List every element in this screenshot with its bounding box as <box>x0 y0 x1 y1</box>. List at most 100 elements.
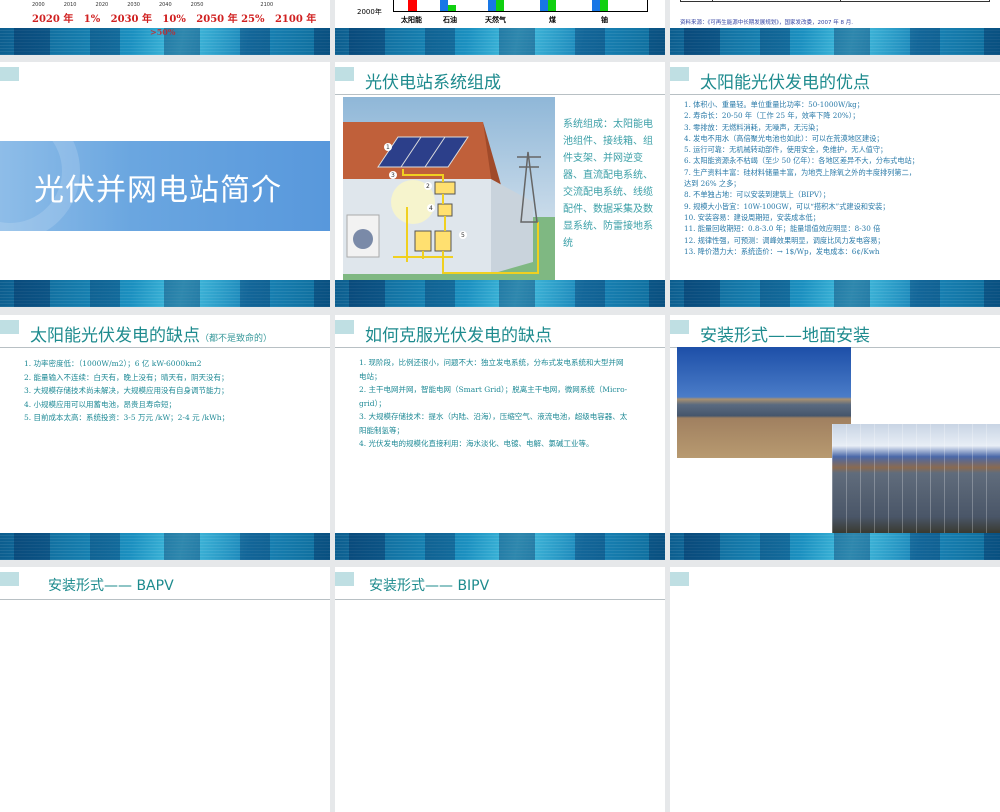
title-marker <box>0 572 19 586</box>
slide-footer-band <box>670 280 1000 307</box>
svg-text:5: 5 <box>461 232 465 239</box>
bar <box>592 0 600 11</box>
bar <box>448 5 456 11</box>
list-item: 5. 运行可靠：无机械转动部件，使用安全，免维护，无人值守； <box>684 145 888 155</box>
slide-title: 如何克服光伏发电的缺点 <box>365 326 552 346</box>
bar <box>600 0 608 11</box>
list-item: 4. 光伏发电的规模化直接利用：海水淡化、电镀、电解、氯碱工业等。 <box>359 439 594 448</box>
title-text: 太阳能光伏发电的缺点 <box>30 326 200 346</box>
title-rule <box>335 94 665 95</box>
milestones-text: 2020 年 1% 2030 年 10% 2050 年 25% 2100 年 <box>32 14 317 25</box>
list-item: 1. 功率密度低：（1000W/m2）；6 亿 kW-6000km2 <box>24 359 202 368</box>
list-item: 3. 大规模存储技术尚未解决，大规模应用没有自身调节能力； <box>24 386 229 395</box>
solutions-list: 1. 现阶段，比例还很小，问题不大：独立发电系统，分布式发电系统和大型并网电站；… <box>359 356 629 451</box>
slide-thumb-top-1[interactable]: 2000 2010 2020 2030 2040 2050 2100 2020 年 1% 2… <box>0 0 330 55</box>
list-item: 3. 零排放：无燃料消耗，无噪声，无污染； <box>684 122 823 132</box>
slide-thumb-top-2[interactable]: 2000年 太阳能 石油 天然气 煤 铀 <box>335 0 665 55</box>
slide-footer-band <box>0 280 330 307</box>
table-fragment <box>680 0 990 2</box>
slide-footer-band <box>670 28 1000 55</box>
slide-title: 安装形式—— BAPV <box>48 578 174 594</box>
slide-footer-band <box>335 533 665 560</box>
slide-title: 光伏电站系统组成 <box>365 73 501 93</box>
list-item: 4. 小规模应用可以用蓄电池，昂贵且寿命短； <box>24 399 177 409</box>
tick: 2050 <box>190 2 204 8</box>
overflow-text: >50% <box>150 27 176 37</box>
list-item: 9. 规模大小皆宜：10W-100GW，可以“搭积木”式建设和安装； <box>684 201 890 211</box>
list-item: 1. 体积小、重量轻。单位重量比功率：50-1000W/kg； <box>684 100 864 109</box>
title-marker <box>335 320 354 334</box>
bar-chart-fragment <box>393 0 648 12</box>
slide-thumb-top-3[interactable]: 资料来源：《可再生能源中长期发展规划》，国家发改委，2007 年 8 月. <box>670 0 1000 55</box>
advantages-list: 1. 体积小、重量轻。单位重量比功率：50-1000W/kg； 2. 寿命长：20… <box>684 99 992 257</box>
title-rule <box>0 347 330 348</box>
slide-thumb-5[interactable]: 如何克服光伏发电的缺点 1. 现阶段，比例还很小，问题不大：独立发电系统，分布式… <box>335 315 665 560</box>
list-item: 10. 安装容易：建设周期短，安装成本低； <box>684 212 820 222</box>
slide-title: 安装形式——地面安装 <box>700 326 870 346</box>
list-item: 2. 主干电网并网，智能电网（Smart Grid）；脱离主干电网，微网系统（M… <box>359 385 628 408</box>
slide-thumb-2[interactable]: 光伏电站系统组成 1 2 3 4 5 系统组成：太阳能电池组件、接线箱、组件支架… <box>335 62 665 307</box>
svg-text:1: 1 <box>386 144 390 151</box>
title-marker <box>0 67 19 81</box>
slide-thumb-4[interactable]: 太阳能光伏发电的缺点（都不是致命的） 1. 功率密度低：（1000W/m2）；6… <box>0 315 330 560</box>
title-marker <box>0 320 19 334</box>
bar <box>540 0 548 11</box>
title-marker <box>670 320 689 334</box>
title-rule <box>670 94 1000 95</box>
tick: 2020 <box>95 2 109 8</box>
tick: 2010 <box>63 2 77 8</box>
year-label: 2000年 <box>357 8 382 16</box>
bar <box>408 0 417 11</box>
slide-title: 太阳能光伏发电的优点 <box>700 73 870 93</box>
bar <box>496 0 504 11</box>
axis-ticks: 2000 2010 2020 2030 2040 2050 2100 <box>32 2 282 8</box>
title-marker <box>335 572 354 586</box>
category-label: 铀 <box>601 15 608 24</box>
bar <box>548 0 556 11</box>
source-note: 资料来源：《可再生能源中长期发展规划》，国家发改委，2007 年 8 月. <box>680 20 853 26</box>
title-rule <box>335 347 665 348</box>
slide-thumb-8[interactable]: 安装形式—— BIPV <box>335 567 665 812</box>
list-item: 1. 现阶段，比例还很小，问题不大：独立发电系统，分布式发电系统和大型并网电站； <box>359 358 624 381</box>
title-marker <box>335 67 354 81</box>
system-description: 系统组成：太阳能电池组件、接线箱、组件支架、并网逆变器、直流配电系统、交流配电系… <box>563 119 653 249</box>
list-item: 4. 发电不用水（高倍聚光电池也如此）：可以在荒漠地区建设； <box>684 133 884 143</box>
pv-system-diagram: 1 2 3 4 5 <box>343 97 555 280</box>
bar <box>440 0 448 11</box>
category-label: 煤 <box>549 15 556 24</box>
title-marker <box>670 572 689 586</box>
tick: 2030 <box>127 2 140 8</box>
tick: 2040 <box>158 2 172 8</box>
svg-text:4: 4 <box>429 205 433 212</box>
list-item: 2. 能量输入不连续：白天有，晚上没有；晴天有，阴天没有； <box>24 372 229 382</box>
bar <box>488 0 496 11</box>
list-item: 12. 规律性强，可预测：调峰效果明显，调度比风力发电容易； <box>684 235 885 245</box>
slide-thumb-9[interactable] <box>670 567 1000 812</box>
title-banner: 光伏并网电站简介 <box>0 141 330 231</box>
slide-thumb-1[interactable]: 光伏并网电站简介 <box>0 62 330 307</box>
tick: 2100 <box>260 2 274 8</box>
list-item: 5. 目前成本太高：系统投资：3-5 万元 /kW；2-4 元 /kWh； <box>24 413 230 422</box>
slide-title: 太阳能光伏发电的缺点（都不是致命的） <box>30 321 272 346</box>
slide-footer-band <box>0 533 330 560</box>
list-item: 3. 大规模存储技术：提水（内陆、沿海），压缩空气、液流电池，超级电容器、太阳能… <box>359 412 628 435</box>
list-item: 2. 寿命长：20-50 年（工作 25 年，效率下降 20%）； <box>684 111 860 121</box>
category-label: 太阳能 <box>401 15 422 24</box>
slide-footer-band <box>335 280 665 307</box>
slide-title: 安装形式—— BIPV <box>369 578 490 594</box>
disadvantages-list: 1. 功率密度低：（1000W/m2）；6 亿 kW-6000km2 2. 能量输… <box>24 357 322 425</box>
slide-footer-band <box>670 533 1000 560</box>
ground-pv-photo-1 <box>677 347 851 458</box>
svg-text:3: 3 <box>391 172 395 179</box>
tick: 2000 <box>32 2 45 8</box>
slide-title: 光伏并网电站简介 <box>34 173 282 208</box>
slide-footer-band <box>335 28 665 55</box>
title-marker <box>670 67 689 81</box>
svg-text:2: 2 <box>426 183 430 190</box>
slide-thumb-7[interactable]: 安装形式—— BAPV <box>0 567 330 812</box>
ground-pv-photo-2 <box>832 424 1000 533</box>
list-item: 13. 降价潜力大：系统造价：→ 1$/Wp，发电成本：6¢/Kwh <box>684 246 880 256</box>
slide-thumb-3[interactable]: 太阳能光伏发电的优点 1. 体积小、重量轻。单位重量比功率：50-1000W/k… <box>670 62 1000 307</box>
slide-thumb-6[interactable]: 安装形式——地面安装 <box>670 315 1000 560</box>
category-label: 天然气 <box>485 15 506 24</box>
